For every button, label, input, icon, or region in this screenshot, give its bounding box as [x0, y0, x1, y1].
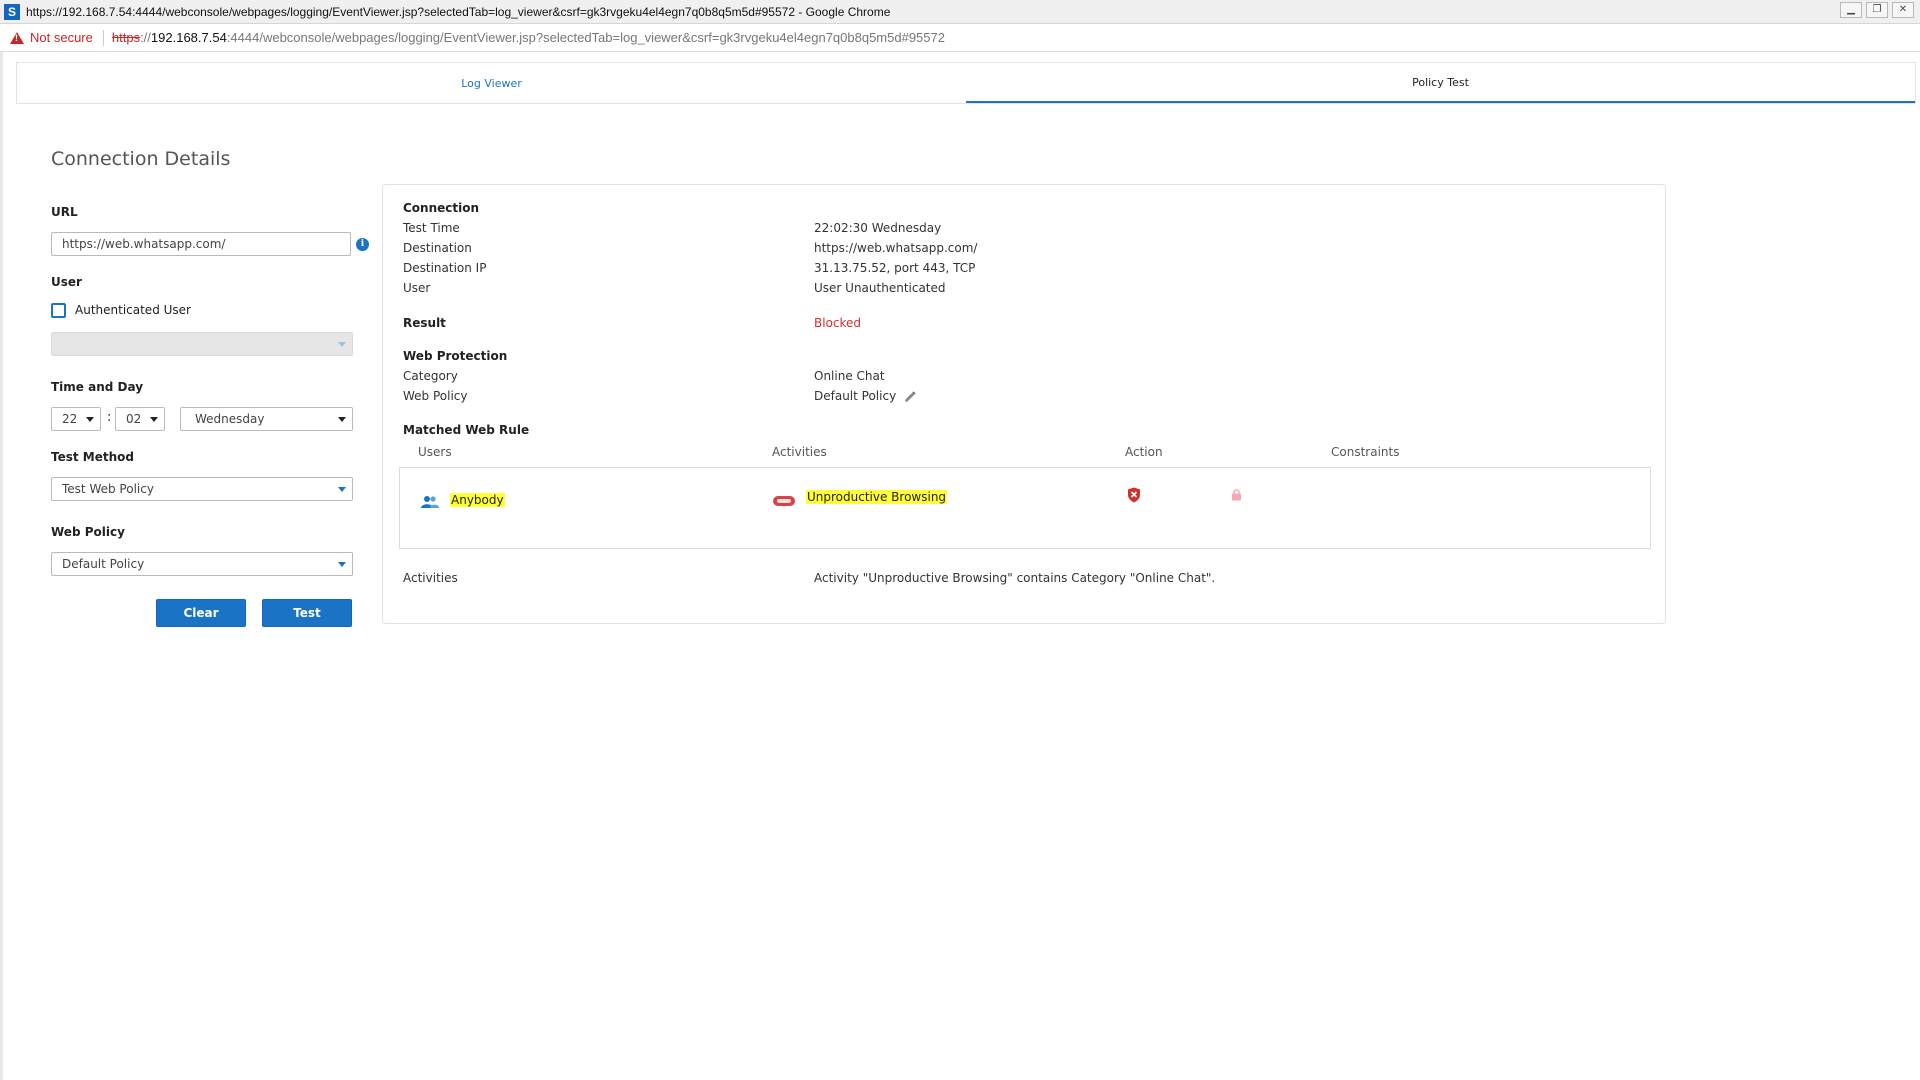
maximize-icon[interactable]: ❐ — [1866, 2, 1888, 18]
day-value: Wednesday — [195, 412, 265, 426]
info-icon[interactable]: i — [356, 238, 369, 251]
result-status: Blocked — [814, 316, 862, 330]
app-icon: S — [4, 3, 20, 20]
window-title-bar: S https://192.168.7.54:4444/webconsole/w… — [0, 0, 1920, 24]
lock-icon — [1232, 489, 1241, 501]
url-text[interactable]: https://192.168.7.54:4444/webconsole/web… — [112, 30, 945, 45]
time-and-day-label: Time and Day — [51, 380, 144, 394]
window-controls: ▁ ❐ ✕ — [1840, 2, 1914, 18]
minute-value: 02 — [126, 412, 142, 426]
category-label: Category — [403, 369, 458, 383]
column-users: Users — [418, 445, 452, 459]
chevron-down-icon — [338, 562, 346, 567]
minute-select[interactable]: 02 — [115, 407, 165, 431]
test-time-label: Test Time — [403, 221, 460, 235]
users-icon — [421, 496, 439, 508]
matched-web-rule-heading: Matched Web Rule — [403, 423, 530, 437]
web-policy-select[interactable]: Default Policy — [51, 552, 353, 576]
url-scheme: https — [111, 30, 141, 45]
clear-button[interactable]: Clear — [156, 599, 246, 627]
web-policy-row-label: Web Policy — [403, 389, 468, 403]
tab-policy-test[interactable]: Policy Test — [966, 63, 1915, 103]
time-separator: : — [107, 410, 112, 425]
security-indicator[interactable]: Not secure — [30, 30, 93, 45]
result-label: Result — [403, 316, 446, 330]
destination-label: Destination — [403, 241, 472, 255]
user-label: User — [51, 275, 82, 289]
activity-icon — [773, 496, 795, 506]
chevron-down-icon — [338, 417, 346, 422]
user-row-label: User — [403, 281, 431, 295]
destination-value: https://web.whatsapp.com/ — [814, 241, 978, 255]
hour-value: 22 — [62, 412, 78, 426]
column-activities: Activities — [772, 445, 827, 459]
page-title: Connection Details — [51, 148, 231, 170]
minimize-icon[interactable]: ▁ — [1840, 2, 1862, 18]
rule-users-value: Anybody — [450, 493, 505, 507]
column-constraints: Constraints — [1331, 445, 1400, 459]
column-action: Action — [1125, 445, 1163, 459]
hour-select[interactable]: 22 — [51, 407, 101, 431]
address-bar[interactable]: Not secure https://192.168.7.54:4444/web… — [0, 24, 1920, 52]
url-host: 192.168.7.54 — [150, 30, 227, 45]
category-value: Online Chat — [814, 369, 885, 383]
web-policy-row-value: Default Policy — [814, 389, 897, 403]
activities-explanation: Activity "Unproductive Browsing" contain… — [814, 571, 1216, 585]
user-select — [51, 332, 353, 356]
matched-rule-row: Anybody Unproductive Browsing — [399, 467, 1651, 549]
chevron-down-icon — [338, 342, 346, 347]
test-method-value: Test Web Policy — [62, 482, 154, 496]
web-policy-label: Web Policy — [51, 525, 125, 539]
rule-activities-value: Unproductive Browsing — [806, 490, 948, 504]
url-separator: :// — [140, 30, 151, 45]
warning-icon — [10, 31, 24, 44]
test-method-select[interactable]: Test Web Policy — [51, 477, 353, 501]
pencil-icon[interactable] — [904, 391, 916, 403]
address-divider — [102, 29, 104, 46]
block-shield-icon — [1128, 487, 1140, 503]
test-time-value: 22:02:30 Wednesday — [814, 221, 942, 235]
day-select[interactable]: Wednesday — [180, 407, 353, 431]
user-row-value: User Unauthenticated — [814, 281, 946, 295]
web-protection-heading: Web Protection — [403, 349, 508, 363]
result-panel: Connection Test Time 22:02:30 Wednesday … — [382, 184, 1666, 624]
activities-label: Activities — [403, 571, 458, 585]
tab-bar: Log Viewer Policy Test — [16, 62, 1916, 104]
authenticated-user-label: Authenticated User — [75, 303, 191, 317]
destination-ip-label: Destination IP — [403, 261, 487, 275]
chevron-down-icon — [338, 487, 346, 492]
window-title: https://192.168.7.54:4444/webconsole/web… — [26, 4, 891, 19]
url-path: :4444/webconsole/webpages/logging/EventV… — [226, 30, 945, 45]
web-policy-value: Default Policy — [62, 557, 145, 571]
test-method-label: Test Method — [51, 450, 134, 464]
chevron-down-icon — [150, 417, 158, 422]
close-icon[interactable]: ✕ — [1892, 2, 1914, 18]
test-button[interactable]: Test — [262, 599, 352, 627]
left-frame-border — [0, 52, 3, 1080]
chevron-down-icon — [86, 417, 94, 422]
authenticated-user-checkbox[interactable] — [51, 303, 66, 318]
destination-ip-value: 31.13.75.52, port 443, TCP — [814, 261, 976, 275]
tab-log-viewer[interactable]: Log Viewer — [17, 63, 966, 103]
url-input[interactable]: https://web.whatsapp.com/ — [51, 232, 351, 256]
url-label: URL — [51, 205, 78, 219]
connection-heading: Connection — [403, 201, 480, 215]
